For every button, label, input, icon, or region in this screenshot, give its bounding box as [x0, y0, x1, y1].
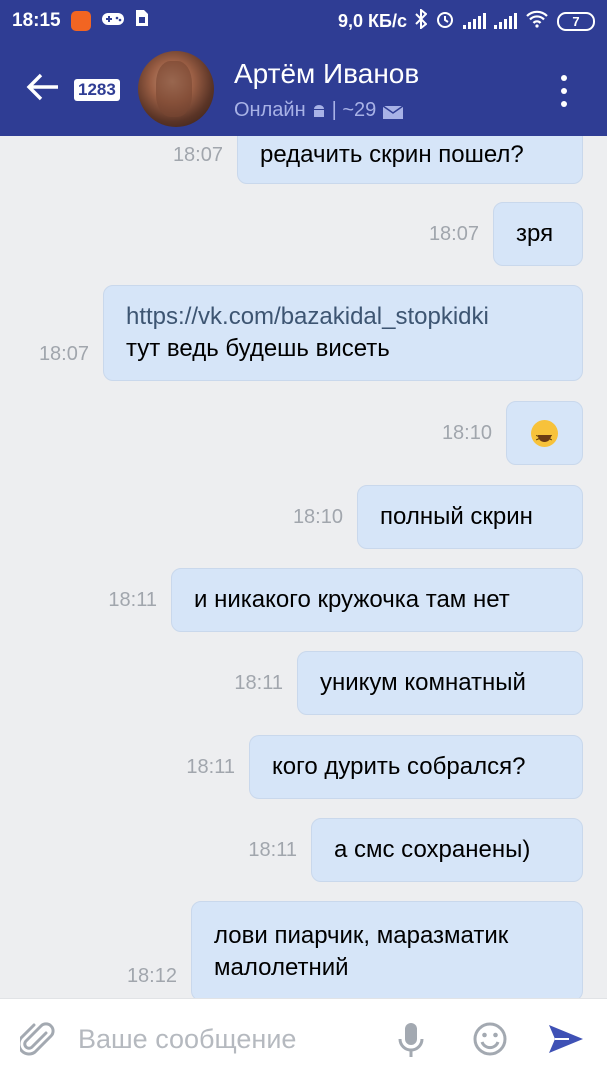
signal-icon [463, 13, 486, 29]
message-text: кого дурить собрался? [272, 753, 526, 780]
microphone-button[interactable] [398, 1021, 424, 1064]
message-bubble[interactable]: и никакого кружочка там нет [171, 568, 583, 632]
message-row[interactable]: 18:07 редачить скрин пошел? [173, 136, 583, 184]
send-icon [549, 1025, 583, 1053]
status-extra-text: | ~29 [331, 99, 377, 121]
message-bubble[interactable] [506, 401, 583, 465]
message-row[interactable]: 18:07 зря [429, 202, 583, 266]
message-text: зря [516, 220, 554, 247]
app-icon [70, 11, 91, 31]
bluetooth-icon [415, 7, 428, 34]
laughing-emoji-icon [531, 419, 558, 455]
message-row[interactable]: 18:11 уникум комнатный [234, 651, 583, 715]
message-bubble[interactable]: https://vk.com/bazakidal_stopkidki тут в… [103, 285, 583, 381]
message-bubble[interactable]: уникум комнатный [297, 651, 583, 715]
microphone-icon [398, 1023, 424, 1057]
emoji-button[interactable] [472, 1021, 508, 1062]
message-link[interactable]: https://vk.com/bazakidal_stopkidki [126, 301, 560, 333]
send-button[interactable] [547, 1023, 585, 1060]
message-list: 18:07 редачить скрин пошел? 18:07 зря 18… [0, 136, 607, 998]
message-text: а смс сохранены) [334, 836, 531, 863]
message-time: 18:07 [172, 143, 223, 166]
message-time: 18:12 [126, 964, 177, 987]
message-text: лови пиарчик, маразматик [214, 922, 509, 949]
sim-icon [135, 9, 149, 33]
alarm-icon [435, 9, 455, 34]
network-speed: 9,0 КБ/с [338, 10, 407, 31]
back-button[interactable]: 1283 [26, 66, 120, 116]
message-time: 18:11 [234, 671, 283, 694]
message-bubble[interactable]: полный скрин [357, 485, 583, 549]
message-row[interactable]: 18:11 а смс сохранены) [248, 818, 583, 882]
wifi-icon [525, 10, 549, 33]
message-text: уникум комнатный [320, 669, 526, 696]
status-bar: 18:15 9,0 КБ/с 7 [0, 0, 607, 42]
mail-icon [382, 103, 404, 119]
chat-header: 1283 Артём Иванов Онлайн | ~29 [0, 42, 607, 136]
paperclip-icon [17, 1022, 55, 1056]
message-row[interactable]: 18:07 https://vk.com/bazakidal_stopkidki… [39, 285, 583, 381]
message-row[interactable]: 18:11 и никакого кружочка там нет [108, 568, 583, 632]
attach-button[interactable] [17, 1021, 56, 1064]
message-time: 18:10 [441, 421, 492, 444]
contact-name[interactable]: Артём Иванов [234, 58, 419, 90]
battery-icon: 7 [557, 11, 595, 31]
contact-status: Онлайн | ~29 [234, 99, 404, 122]
status-time: 18:15 [12, 10, 61, 31]
status-online-text: Онлайн [234, 99, 306, 121]
signal-icon [494, 13, 517, 29]
message-time: 18:10 [292, 505, 343, 528]
gamepad-icon [101, 11, 125, 32]
message-bubble[interactable]: кого дурить собрался? [249, 735, 583, 799]
message-text-line2: малолетний [214, 954, 349, 981]
message-time: 18:07 [428, 222, 479, 245]
avatar[interactable] [138, 51, 214, 127]
smile-icon [473, 1022, 507, 1056]
message-bubble[interactable]: редачить скрин пошел? [237, 136, 583, 184]
message-composer [0, 998, 607, 1080]
message-input[interactable] [78, 1017, 378, 1061]
message-row[interactable]: 18:10 полный скрин [293, 485, 583, 549]
message-text: тут ведь будешь висеть [126, 335, 390, 362]
unread-count-badge: 1283 [74, 79, 120, 101]
message-row[interactable]: 18:12 лови пиарчик, маразматик малолетни… [127, 901, 583, 998]
message-time: 18:11 [108, 588, 157, 611]
message-row[interactable]: 18:10 [442, 401, 583, 465]
message-text: полный скрин [380, 503, 533, 530]
android-icon [312, 103, 326, 119]
more-menu-button[interactable] [559, 75, 569, 107]
message-row[interactable]: 18:11 кого дурить собрался? [186, 735, 583, 799]
message-text: и никакого кружочка там нет [194, 586, 510, 613]
message-time: 18:11 [248, 838, 297, 861]
message-bubble[interactable]: зря [493, 202, 583, 266]
back-arrow-icon [26, 72, 60, 107]
message-time: 18:11 [186, 755, 235, 778]
message-time: 18:07 [38, 342, 89, 365]
message-bubble[interactable]: лови пиарчик, маразматик малолетний [191, 901, 583, 998]
message-bubble[interactable]: а смс сохранены) [311, 818, 583, 882]
message-text: редачить скрин пошел? [260, 141, 524, 168]
